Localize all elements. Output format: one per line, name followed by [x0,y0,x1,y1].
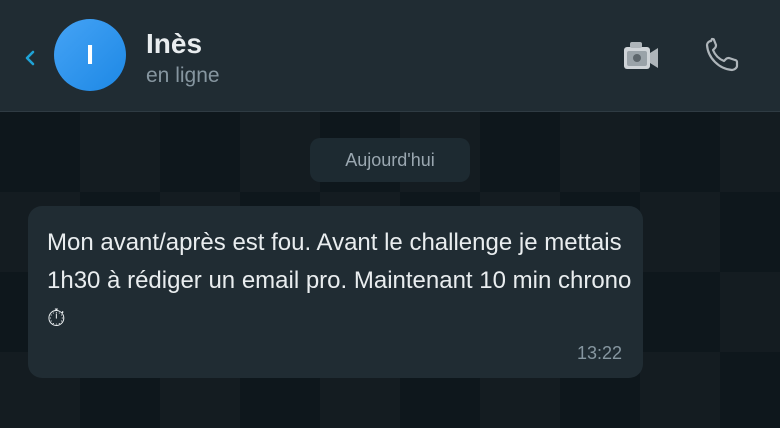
message-text: Mon avant/après est fou. Avant le challe… [47,229,632,332]
chevron-left-icon [25,50,35,66]
video-camera-icon [624,42,658,69]
message-time: 13:22 [576,343,622,363]
avatar-initial: I [86,39,94,70]
avatar[interactable]: I [54,19,126,91]
back-button[interactable] [20,44,40,72]
message-list[interactable]: Aujourd'hui Mon avant/après est fou. Ava… [0,112,780,428]
phone-icon [705,37,739,72]
contact-name[interactable]: Inès [146,28,202,60]
video-call-button[interactable] [620,38,662,74]
date-separator: Aujourd'hui [310,138,470,182]
contact-status: en ligne [146,64,220,87]
voice-call-button[interactable] [702,36,744,74]
message-bubble-incoming[interactable]: Mon avant/après est fou. Avant le challe… [28,206,643,378]
chat-header: I Inès en ligne [0,0,780,112]
